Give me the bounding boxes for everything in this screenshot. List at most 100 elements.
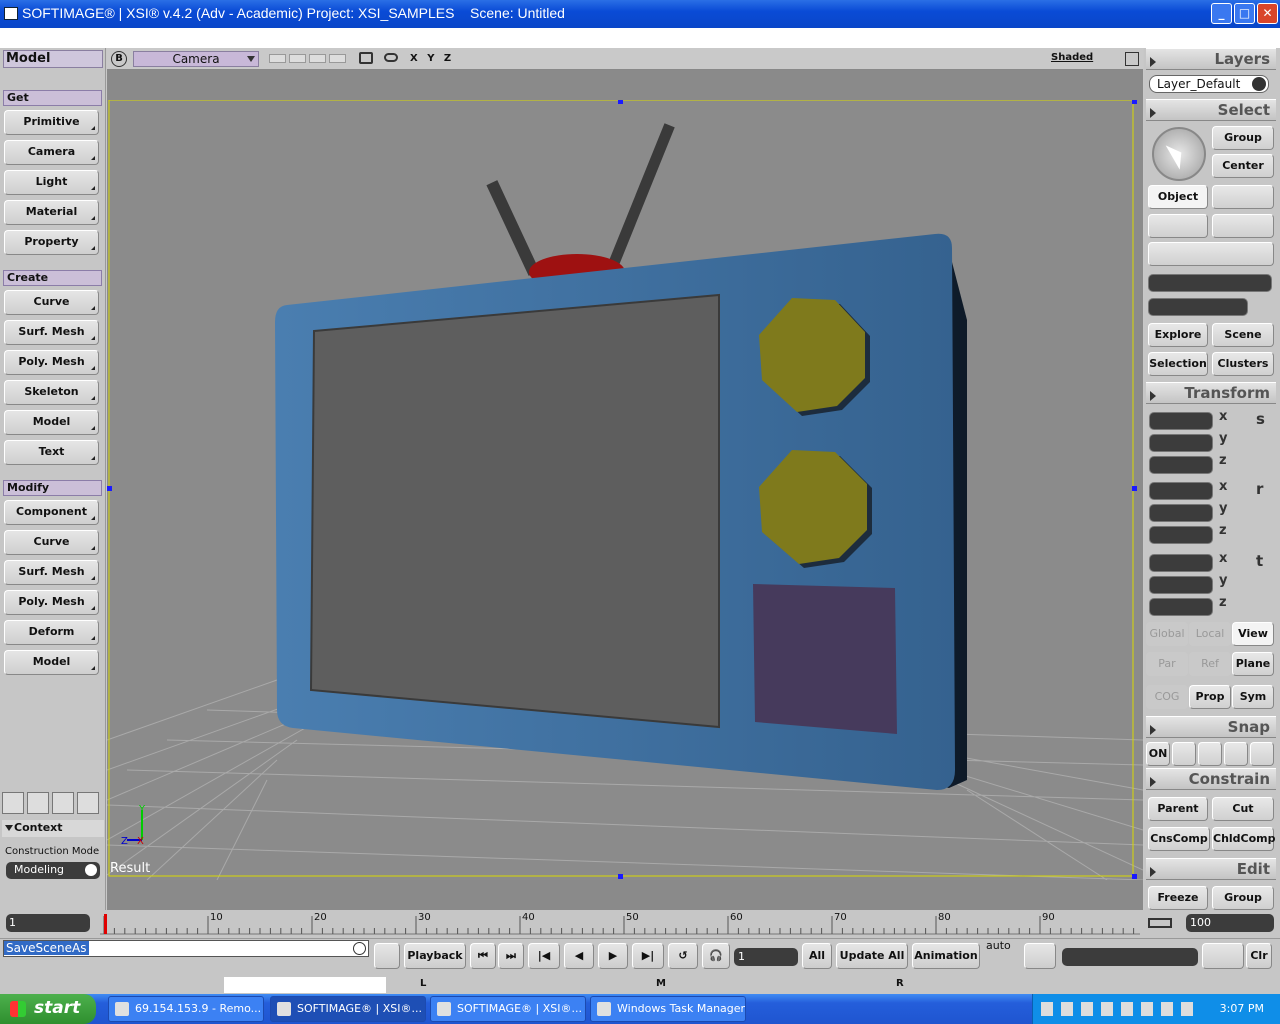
create-curve-button[interactable]: Curve xyxy=(4,290,99,315)
create-poly-mesh-button[interactable]: Poly. Mesh xyxy=(4,350,99,375)
timeline-range-icon[interactable] xyxy=(1148,918,1172,928)
camera-view-select[interactable]: Camera xyxy=(133,51,259,67)
scale-x-field[interactable] xyxy=(1149,412,1213,430)
task-task-manager[interactable]: Windows Task Manager xyxy=(590,996,746,1022)
parent-button[interactable]: Parent xyxy=(1148,797,1208,821)
layer-select[interactable]: Layer_Default xyxy=(1149,75,1269,93)
snap-grid-icon[interactable] xyxy=(1250,742,1274,766)
par-button[interactable]: Par xyxy=(1146,652,1188,676)
maximize-button[interactable]: □ xyxy=(1234,3,1255,24)
marking-field[interactable] xyxy=(1062,948,1198,966)
cut-button[interactable]: Cut xyxy=(1212,797,1274,821)
selection-filter-field[interactable] xyxy=(1148,298,1248,316)
timeline-start-field[interactable]: 1 xyxy=(6,914,90,932)
sym-button[interactable]: Sym xyxy=(1232,685,1274,709)
select-object-button[interactable]: Object xyxy=(1148,185,1208,209)
audio-button[interactable]: 🎧 xyxy=(702,943,730,969)
get-property-button[interactable]: Property xyxy=(4,230,99,255)
auto-key-label[interactable]: auto xyxy=(986,939,1011,952)
view-slot-2[interactable] xyxy=(289,54,306,63)
all-button[interactable]: All xyxy=(802,943,832,969)
timeline-ruler[interactable] xyxy=(100,910,1140,938)
snap-header[interactable]: Snap xyxy=(1146,716,1276,738)
shading-mode-label[interactable]: Shaded xyxy=(1051,52,1093,63)
snap-curve-icon[interactable] xyxy=(1198,742,1222,766)
task-remote-desktop[interactable]: 69.154.153.9 - Remo... xyxy=(108,996,264,1022)
get-material-button[interactable]: Material xyxy=(4,200,99,225)
create-model-button[interactable]: Model xyxy=(4,410,99,435)
selection-button[interactable]: Selection xyxy=(1148,352,1208,376)
keyframe-nav-button[interactable] xyxy=(1202,943,1244,969)
current-frame-field[interactable]: 1 xyxy=(734,948,798,966)
snap-on-button[interactable]: ON xyxy=(1146,742,1170,766)
loop-button[interactable]: ↺ xyxy=(668,943,698,969)
task-softimage-2[interactable]: SOFTIMAGE® | XSI®... xyxy=(430,996,586,1022)
modify-model-button[interactable]: Model xyxy=(4,650,99,675)
timeline-end-field[interactable]: 100 xyxy=(1186,914,1274,932)
ref-button[interactable]: Ref xyxy=(1189,652,1231,676)
playback-icon[interactable] xyxy=(374,943,400,969)
play-backward-button[interactable]: ◀ xyxy=(564,943,594,969)
camera-icon[interactable] xyxy=(359,52,373,64)
transform-header[interactable]: Transform xyxy=(1146,382,1276,404)
rotate-y-field[interactable] xyxy=(1149,504,1213,522)
scale-y-field[interactable] xyxy=(1149,434,1213,452)
modify-component-button[interactable]: Component xyxy=(4,500,99,525)
command-line[interactable]: SaveSceneAs xyxy=(3,940,369,957)
viewport[interactable]: B Camera X Y Z Shaded Y Z X Result xyxy=(107,48,1143,910)
go-to-start-button[interactable]: |◀ xyxy=(528,943,560,969)
select-arrow-tool[interactable] xyxy=(1152,127,1206,181)
animation-button[interactable]: Animation xyxy=(912,943,980,969)
modify-curve-button[interactable]: Curve xyxy=(4,530,99,555)
global-button[interactable]: Global xyxy=(1146,622,1188,646)
constrain-header[interactable]: Constrain xyxy=(1146,768,1276,790)
explore-button[interactable]: Explore xyxy=(1148,323,1208,347)
rotate-toggle[interactable]: r xyxy=(1256,480,1263,498)
task-softimage-1[interactable]: SOFTIMAGE® | XSI®... xyxy=(270,996,426,1022)
scene-3d-view[interactable]: Y Z X xyxy=(107,100,1143,880)
local-button[interactable]: Local xyxy=(1189,622,1231,646)
get-primitive-button[interactable]: Primitive xyxy=(4,110,99,135)
layers-header[interactable]: Layers xyxy=(1146,48,1276,70)
chldcomp-button[interactable]: ChldComp xyxy=(1212,827,1276,851)
start-button[interactable]: start xyxy=(0,994,96,1024)
selection-name-field[interactable] xyxy=(1148,274,1272,292)
rotate-z-field[interactable] xyxy=(1149,526,1213,544)
view-button[interactable]: View xyxy=(1232,622,1274,646)
select-group-button[interactable]: Group xyxy=(1212,126,1274,150)
select-blank-1[interactable] xyxy=(1212,185,1274,209)
modify-deform-button[interactable]: Deform xyxy=(4,620,99,645)
viewport-b-button[interactable]: B xyxy=(111,51,127,67)
last-frame-button[interactable]: ⏭ xyxy=(498,943,524,969)
select-blank-wide[interactable] xyxy=(1148,242,1274,266)
rotate-x-field[interactable] xyxy=(1149,482,1213,500)
animate-module-icon[interactable] xyxy=(27,792,49,814)
playback-button[interactable]: Playback xyxy=(404,943,466,969)
modify-surf-mesh-button[interactable]: Surf. Mesh xyxy=(4,560,99,585)
context-header[interactable]: Context xyxy=(2,820,104,837)
playhead[interactable] xyxy=(104,914,107,934)
get-camera-button[interactable]: Camera xyxy=(4,140,99,165)
first-frame-button[interactable]: ⏮ xyxy=(470,943,496,969)
edit-header[interactable]: Edit xyxy=(1146,858,1276,880)
select-blank-2[interactable] xyxy=(1148,214,1208,238)
view-slot-3[interactable] xyxy=(309,54,326,63)
translate-y-field[interactable] xyxy=(1149,576,1213,594)
scale-z-field[interactable] xyxy=(1149,456,1213,474)
eye-icon[interactable] xyxy=(384,53,398,62)
maximize-view-icon[interactable] xyxy=(1125,52,1139,66)
scale-toggle[interactable]: s xyxy=(1256,410,1265,428)
snap-point-icon[interactable] xyxy=(1172,742,1196,766)
view-slot-4[interactable] xyxy=(329,54,346,63)
view-slot-1[interactable] xyxy=(269,54,286,63)
get-light-button[interactable]: Light xyxy=(4,170,99,195)
scene-button[interactable]: Scene xyxy=(1212,323,1274,347)
construction-mode-select[interactable]: Modeling xyxy=(6,862,100,879)
close-button[interactable]: ✕ xyxy=(1257,3,1278,24)
snap-surface-icon[interactable] xyxy=(1224,742,1248,766)
cog-button[interactable]: COG xyxy=(1146,685,1188,709)
tray-icons[interactable] xyxy=(1041,1002,1201,1016)
simulate-module-icon[interactable] xyxy=(77,792,99,814)
plane-button[interactable]: Plane xyxy=(1232,652,1274,676)
translate-x-field[interactable] xyxy=(1149,554,1213,572)
